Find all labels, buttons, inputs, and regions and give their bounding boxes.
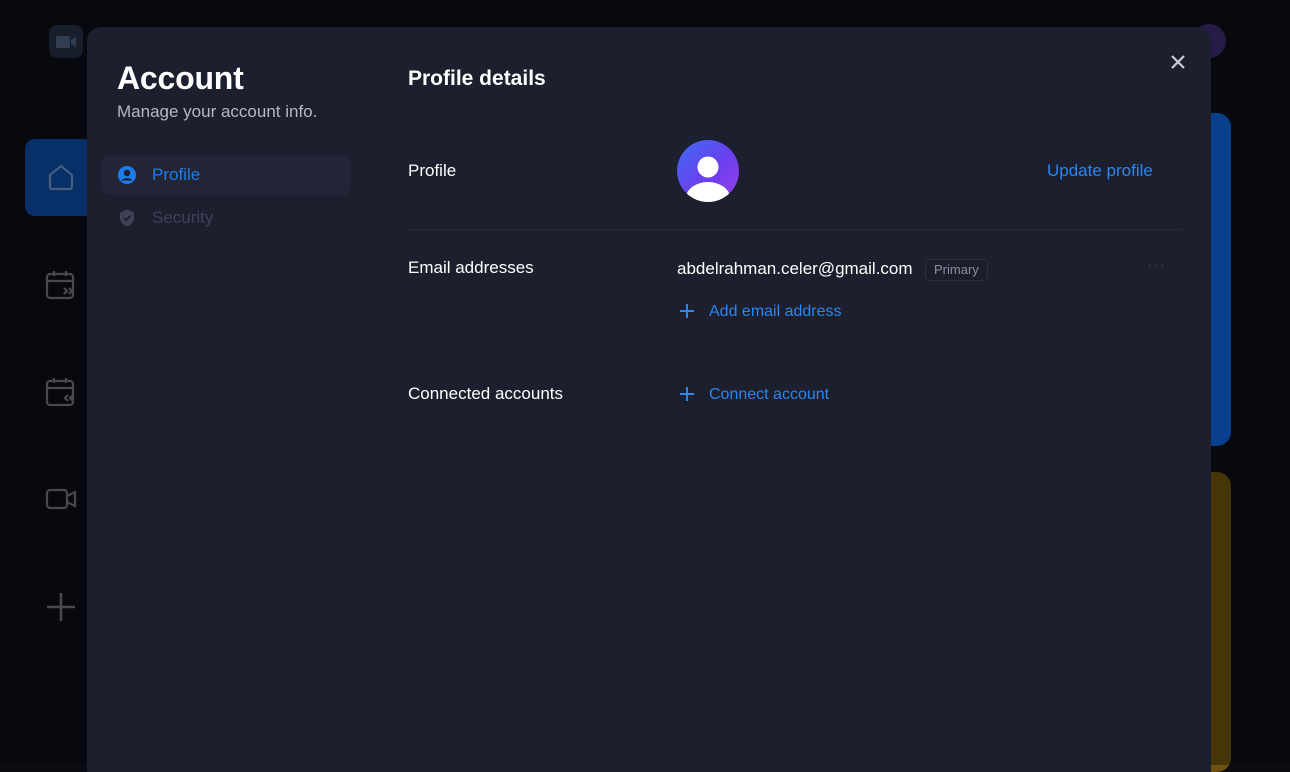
account-modal: Account Manage your account info. Profil… [87, 27, 1211, 772]
primary-email: abdelrahman.celer@gmail.com [677, 259, 913, 279]
email-more-button[interactable]: ··· [1147, 257, 1166, 275]
close-button[interactable] [1165, 49, 1191, 75]
profile-label: Profile [408, 161, 456, 181]
primary-badge: Primary [925, 259, 988, 281]
profile-details-title: Profile details [408, 67, 546, 91]
nav-item-security[interactable]: Security [101, 198, 351, 238]
email-addresses-label: Email addresses [408, 258, 534, 278]
connected-accounts-label: Connected accounts [408, 384, 563, 404]
account-subtitle: Manage your account info. [117, 102, 317, 122]
account-title: Account [117, 60, 244, 97]
plus-icon [679, 386, 697, 404]
nav-item-label: Security [152, 208, 213, 228]
connect-account-label: Connect account [709, 386, 829, 404]
shield-icon [117, 208, 137, 228]
close-icon [1170, 54, 1186, 70]
profile-avatar[interactable] [677, 140, 739, 202]
add-email-label: Add email address [709, 303, 842, 321]
update-profile-button[interactable]: Update profile [1047, 161, 1153, 181]
connect-account-button[interactable]: Connect account [679, 386, 829, 404]
plus-icon [679, 303, 697, 321]
nav-item-profile[interactable]: Profile [101, 155, 351, 195]
user-circle-icon [117, 165, 137, 185]
user-silhouette-icon [677, 140, 739, 202]
nav-item-label: Profile [152, 165, 200, 185]
add-email-button[interactable]: Add email address [679, 303, 842, 321]
divider [408, 229, 1183, 230]
